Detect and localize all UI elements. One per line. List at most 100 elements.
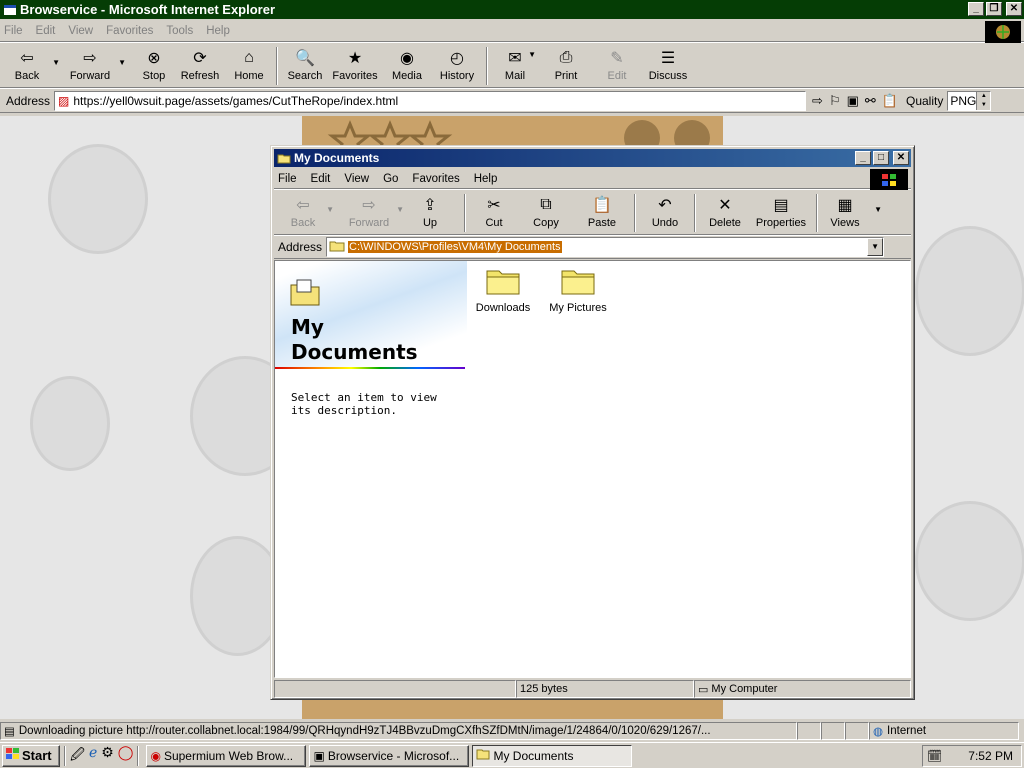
clock[interactable]: 7:52 PM [968,749,1013,763]
minimize-button[interactable]: _ [968,2,984,16]
task-my-documents[interactable]: My Documents [472,744,633,767]
minimize-button[interactable]: _ [855,151,871,165]
copy-button[interactable]: ⧉ Copy [518,191,574,233]
bookmark-icon[interactable]: ⚐ [829,93,841,109]
windows-logo-icon [870,169,908,190]
opera-icon[interactable]: ◯ [118,744,134,768]
back-dropdown-icon[interactable]: ▼ [52,58,60,67]
menu-file[interactable]: File [278,173,297,185]
ie-window-icon [3,3,17,17]
forward-dropdown-icon[interactable]: ▼ [396,205,404,214]
go-arrow-icon[interactable]: ⇨ [812,93,823,109]
restore-button[interactable]: ❐ [986,2,1002,16]
up-folder-icon: ⇪ [423,197,437,214]
undo-button[interactable]: ↶ Undo [640,191,690,233]
menu-file[interactable]: File [4,25,23,37]
address-input[interactable]: ▨ https://yell0wsuit.page/assets/games/C… [54,90,807,111]
views-icon: ▦ [837,197,853,214]
panel-title: My Documents [291,315,418,364]
show-desktop-icon[interactable]: 🖉 [70,744,85,768]
discuss-icon: ☰ [660,50,676,67]
ie-icon[interactable]: ℯ [89,744,97,768]
forward-button[interactable]: ⇨ Forward ▼ [342,191,404,233]
back-button[interactable]: ⇦ Back ▼ [4,44,60,86]
menu-view[interactable]: View [68,25,93,37]
delete-icon: ✕ [718,197,732,214]
my-documents-icon [289,277,321,310]
supermium-icon: ◉ [150,748,161,763]
folder-my-pictures[interactable]: My Pictures [543,267,613,314]
media-button[interactable]: ◉ Media [382,44,432,86]
page-view-icon[interactable]: ▣ [847,93,859,109]
back-dropdown-icon[interactable]: ▼ [326,205,334,214]
task-browservice[interactable]: ▣ Browservice - Microsof... [309,744,470,767]
address-dropdown-icon[interactable]: ▼ [867,237,884,256]
find-binoculars-icon[interactable]: ⚯ [865,93,876,109]
menu-edit[interactable]: Edit [311,173,331,185]
folder-downloads[interactable]: Downloads [468,267,538,314]
properties-button[interactable]: ▤ Properties [750,191,812,233]
quality-spinner-icon[interactable]: ▲ ▼ [976,91,991,110]
clipboard-icon[interactable]: 📋 [882,93,898,109]
ie-statusbar: ▤ Downloading picture http://router.coll… [0,720,1024,741]
menu-help[interactable]: Help [206,25,230,37]
discuss-button[interactable]: ☰ Discuss [640,44,696,86]
maximize-button[interactable]: □ [873,151,889,165]
menu-favorites[interactable]: Favorites [106,25,153,37]
menu-view[interactable]: View [344,173,369,185]
channel-icon[interactable]: ⚙ [101,744,114,768]
explorer-window: My Documents _ □ ✕ File Edit View Go Fav… [270,145,915,700]
favorites-button[interactable]: ★ Favorites [328,44,382,86]
ie-titlebar[interactable]: Browservice - Microsoft Internet Explore… [0,0,1024,19]
folder-view[interactable]: My Documents Select an item to view its … [274,260,911,678]
search-button[interactable]: 🔍 Search [282,44,328,86]
explorer-titlebar[interactable]: My Documents _ □ ✕ [274,149,911,167]
toolbar-separator [464,194,466,232]
edit-icon: ✎ [610,50,624,67]
up-button[interactable]: ⇪ Up [410,191,450,233]
mail-dropdown-icon[interactable]: ▼ [528,50,536,59]
forward-dropdown-icon[interactable]: ▼ [118,58,126,67]
address-input[interactable]: C:\WINDOWS\Profiles\VM4\My Documents ▼ [326,236,885,257]
back-arrow-icon: ⇦ [296,197,310,214]
menu-help[interactable]: Help [474,173,498,185]
page-icon: ▨ [58,93,70,108]
mail-icon: ✉ [508,50,522,67]
mail-button[interactable]: ✉ Mail ▼ [492,44,538,86]
refresh-button[interactable]: ⟳ Refresh [174,44,226,86]
back-button[interactable]: ⇦ Back ▼ [278,191,334,233]
forward-button[interactable]: ⇨ Forward ▼ [64,44,126,86]
menu-favorites[interactable]: Favorites [412,173,459,185]
print-button[interactable]: ⎙ Print [538,44,594,86]
menu-go[interactable]: Go [383,173,398,185]
history-button[interactable]: ◴ History [432,44,482,86]
cut-button[interactable]: ✂ Cut [470,191,518,233]
views-button[interactable]: ▦ Views ▼ [822,191,882,233]
edit-button[interactable]: ✎ Edit [594,44,640,86]
scissors-icon: ✂ [487,197,501,214]
web-view-panel: My Documents Select an item to view its … [275,261,467,679]
menu-tools[interactable]: Tools [166,25,193,37]
decor-candy [48,144,148,254]
status-page-icon: ▤ [4,725,15,738]
task-supermium[interactable]: ◉ Supermium Web Brow... [146,744,307,767]
properties-icon: ▤ [773,197,789,214]
windows-flag-icon [6,748,20,763]
status-pane [797,721,821,740]
stop-button[interactable]: ⊗ Stop [134,44,174,86]
toolbar-separator [276,47,278,85]
paste-button[interactable]: 📋 Paste [574,191,630,233]
close-button[interactable]: ✕ [893,151,909,165]
refresh-icon: ⟳ [193,50,207,67]
start-button[interactable]: Start [2,744,60,767]
home-button[interactable]: ⌂ Home [226,44,272,86]
close-button[interactable]: ✕ [1006,2,1022,16]
menu-edit[interactable]: Edit [36,25,56,37]
decor-creature [30,376,110,471]
scheduler-icon[interactable]: 🗓 [927,749,942,763]
rainbow-divider [275,367,465,369]
views-dropdown-icon[interactable]: ▼ [874,205,882,214]
search-icon: 🔍 [295,50,315,67]
quality-select[interactable]: PNG ▲ ▼ [947,90,992,111]
delete-button[interactable]: ✕ Delete [700,191,750,233]
